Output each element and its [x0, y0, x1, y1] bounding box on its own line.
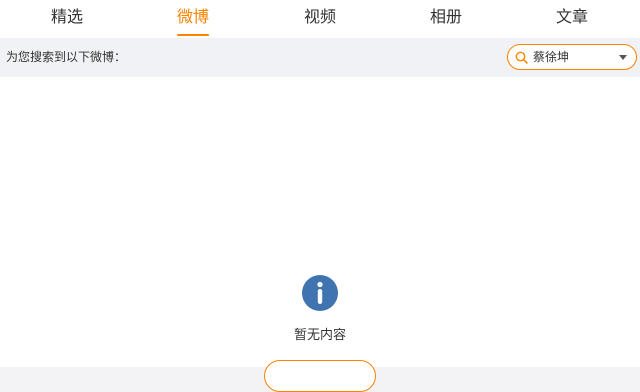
- tab-bar: 精选 微博 视频 相册 文章: [0, 0, 640, 38]
- tab-article[interactable]: 文章: [512, 0, 632, 38]
- active-tab-indicator: [177, 34, 209, 36]
- empty-state-button[interactable]: [264, 360, 376, 392]
- search-icon: [515, 51, 528, 64]
- tab-label: 文章: [555, 7, 588, 26]
- search-result-bar: 为您搜索到以下微博： 蔡徐坤: [0, 38, 640, 77]
- search-result-label: 为您搜索到以下微博：: [6, 50, 127, 64]
- tab-label: 视频: [303, 7, 336, 26]
- tab-weibo[interactable]: 微博: [133, 0, 253, 38]
- keyword-text: 蔡徐坤: [533, 50, 570, 64]
- tab-featured[interactable]: 精选: [7, 0, 127, 38]
- content-area: 暂无内容: [0, 77, 640, 392]
- tab-video[interactable]: 视频: [260, 0, 380, 38]
- empty-state-text: 暂无内容: [293, 328, 346, 343]
- tab-label: 精选: [50, 7, 83, 26]
- chevron-down-icon[interactable]: [619, 55, 627, 60]
- info-icon: [302, 275, 338, 311]
- tab-label: 微博: [176, 7, 209, 26]
- keyword-selector[interactable]: 蔡徐坤: [507, 44, 637, 70]
- tab-album[interactable]: 相册: [386, 0, 506, 38]
- tab-label: 相册: [429, 7, 462, 26]
